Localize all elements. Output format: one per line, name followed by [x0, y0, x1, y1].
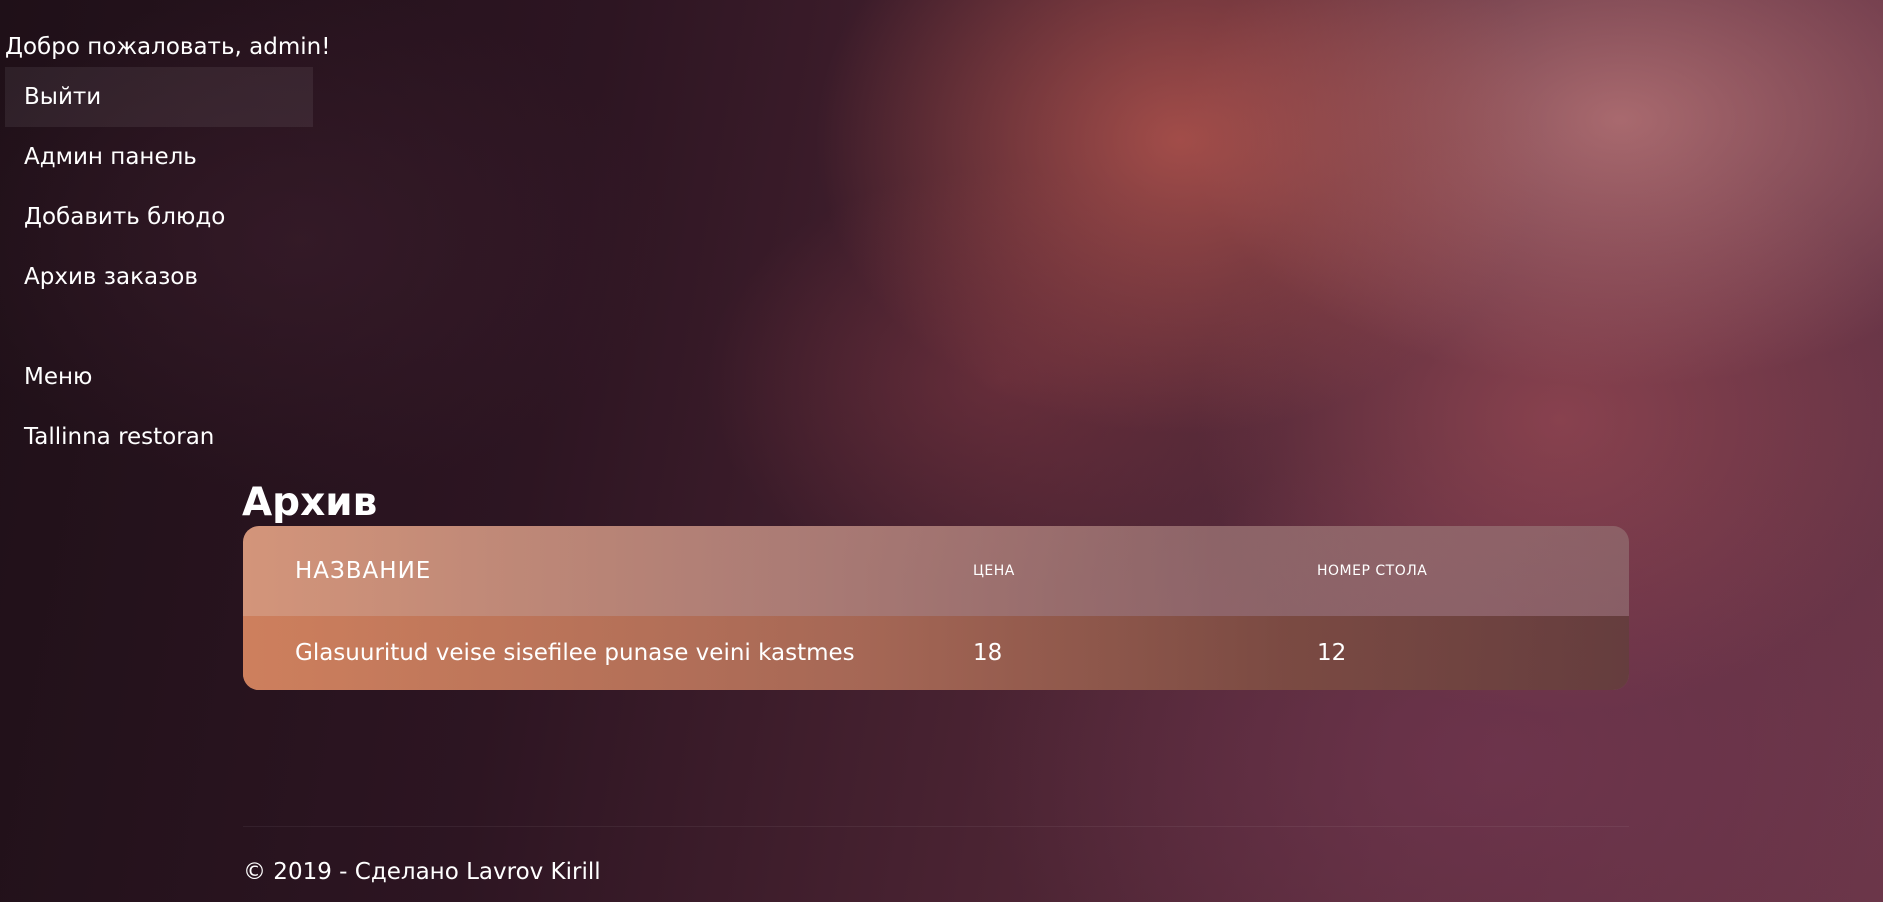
footer-text: © 2019 - Сделано Lavrov Kirill: [243, 859, 601, 885]
admin-panel-link[interactable]: Админ панель: [5, 127, 313, 187]
archive-table: НАЗВАНИЕ ЦЕНА НОМЕР СТОЛА Glasuuritud ve…: [243, 526, 1629, 690]
page-title: Архив: [242, 480, 378, 525]
sidebar-nav: Выйти Админ панель Добавить блюдо Архив …: [5, 67, 313, 467]
menu-link[interactable]: Меню: [5, 347, 313, 407]
orders-archive-link[interactable]: Архив заказов: [5, 247, 313, 307]
table-header-row: НАЗВАНИЕ ЦЕНА НОМЕР СТОЛА: [243, 526, 1629, 616]
restaurant-link[interactable]: Tallinna restoran: [5, 407, 313, 467]
column-header-name: НАЗВАНИЕ: [295, 558, 432, 584]
table-row: Glasuuritud veise sisefilee punase veini…: [243, 616, 1629, 690]
footer-divider: [243, 826, 1629, 827]
cell-price: 18: [973, 640, 1003, 666]
cell-dish-name: Glasuuritud veise sisefilee punase veini…: [295, 640, 855, 666]
add-dish-link[interactable]: Добавить блюдо: [5, 187, 313, 247]
logout-link[interactable]: Выйти: [5, 67, 313, 127]
welcome-message: Добро пожаловать, admin!: [5, 34, 331, 60]
column-header-table-number: НОМЕР СТОЛА: [1317, 563, 1428, 579]
column-header-price: ЦЕНА: [973, 563, 1015, 579]
cell-table-number: 12: [1317, 640, 1347, 666]
